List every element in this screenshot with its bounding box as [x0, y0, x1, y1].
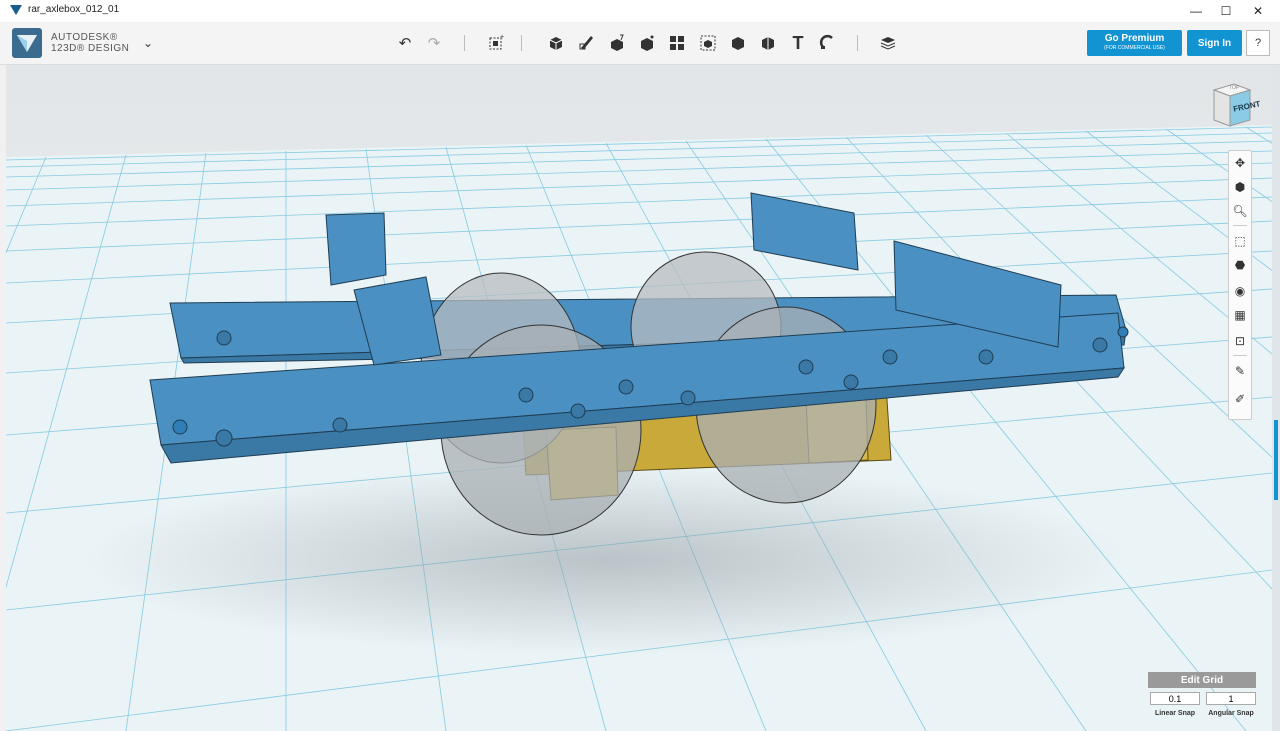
product-name: 123D® DESIGN [51, 43, 130, 54]
help-button[interactable]: ? [1246, 30, 1270, 56]
material-icon[interactable] [876, 32, 900, 54]
window-title: rar_axlebox_012_01 [28, 4, 120, 15]
linear-snap-field[interactable]: 0.1 [1150, 692, 1200, 705]
pattern-icon[interactable] [665, 32, 689, 54]
modify-icon[interactable] [635, 32, 659, 54]
brand-name: AUTODESK® [51, 32, 118, 43]
grid-toggle-icon[interactable]: ▦ [1229, 305, 1251, 325]
orbit-icon[interactable]: ⬢ [1229, 177, 1251, 197]
app-logo-icon [10, 5, 22, 15]
chevron-down-icon[interactable]: ⌄ [143, 36, 153, 50]
linear-snap-label: Linear Snap [1154, 710, 1196, 717]
grouping-icon[interactable] [696, 32, 720, 54]
fit-icon[interactable]: ⬚ [1229, 231, 1251, 251]
view-material-icon[interactable]: ⬣ [1229, 255, 1251, 275]
combine-icon[interactable] [726, 32, 750, 54]
wireframe-icon[interactable]: ✎ [1229, 361, 1251, 381]
snap-icon[interactable] [816, 32, 840, 54]
nav-divider [1233, 225, 1247, 226]
construct-icon[interactable] [605, 32, 629, 54]
angular-snap-field[interactable]: 1 [1206, 692, 1256, 705]
angular-snap-label: Angular Snap [1208, 710, 1254, 717]
scene-canvas[interactable] [6, 65, 1272, 731]
edit-grid-button[interactable]: Edit Grid [1148, 672, 1256, 688]
text-icon[interactable]: T [786, 32, 810, 54]
sketch-icon[interactable] [575, 32, 599, 54]
eye-icon[interactable]: ◉ [1229, 281, 1251, 301]
toolbar-divider [521, 35, 522, 51]
svg-text:+: + [500, 34, 504, 41]
view-cube-top-label: TOP [1229, 85, 1240, 91]
primitives-icon[interactable]: + [484, 32, 508, 54]
logo-icon [17, 35, 37, 52]
3d-viewport[interactable] [6, 65, 1272, 731]
toolbar-divider [857, 35, 858, 51]
measure-icon[interactable] [756, 32, 780, 54]
go-premium-button[interactable]: Go Premium (FOR COMMERCIAL USE) [1087, 30, 1182, 56]
view-cube[interactable]: FRONT TOP [1204, 80, 1261, 130]
navigation-bar: ✥ ⬢ 🔍︎ ⬚ ⬣ ◉ ▦ ⊡ ✎ ✐ [1228, 150, 1252, 420]
sign-in-button[interactable]: Sign In [1187, 30, 1242, 56]
main-toolbar: AUTODESK® 123D® DESIGN ⌄ ↶ ↷ + T Go Prem… [0, 22, 1280, 65]
undo-icon[interactable]: ↶ [393, 32, 417, 54]
zoom-icon[interactable]: 🔍︎ [1229, 201, 1251, 221]
nav-divider [1233, 355, 1247, 356]
vertical-scrollbar[interactable] [1272, 65, 1280, 731]
title-bar: rar_axlebox_012_01 — ☐ ✕ [0, 0, 1280, 23]
close-button[interactable]: ✕ [1242, 0, 1274, 22]
redo-icon[interactable]: ↷ [422, 32, 446, 54]
pan-icon[interactable]: ✥ [1229, 153, 1251, 173]
hide-icon[interactable]: ✐ [1229, 389, 1251, 409]
toolbar-divider [464, 35, 465, 51]
go-premium-sublabel: (FOR COMMERCIAL USE) [1104, 45, 1165, 51]
box-icon[interactable] [544, 32, 568, 54]
go-premium-label: Go Premium [1104, 33, 1165, 44]
maximize-button[interactable]: ☐ [1210, 0, 1242, 22]
app-logo[interactable] [12, 28, 42, 58]
camera-icon[interactable]: ⊡ [1229, 331, 1251, 351]
scrollbar-thumb[interactable] [1274, 420, 1278, 500]
minimize-button[interactable]: — [1180, 0, 1212, 22]
